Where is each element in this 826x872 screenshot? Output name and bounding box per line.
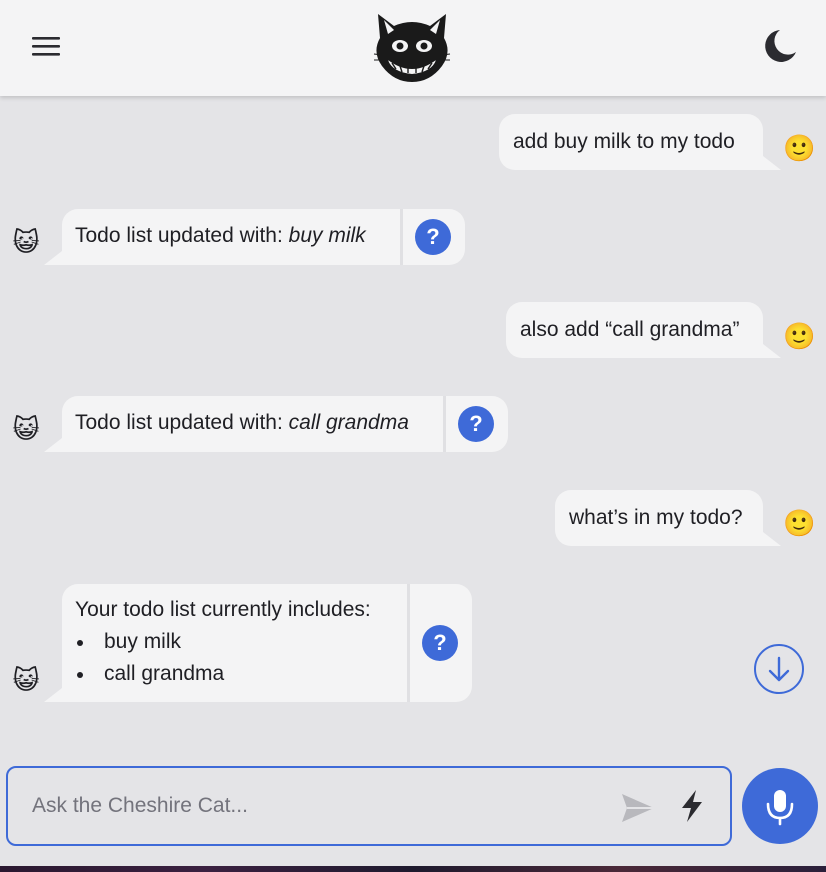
bubble-tail xyxy=(44,688,62,702)
cat-avatar-icon: 😺 xyxy=(12,227,40,257)
why-button[interactable]: ? xyxy=(422,625,458,661)
bot-message-text: Your todo list currently includes: buy m… xyxy=(75,594,371,690)
send-icon[interactable] xyxy=(618,788,658,828)
why-button[interactable]: ? xyxy=(415,219,451,255)
microphone-icon xyxy=(766,790,794,826)
user-message-text: add buy milk to my todo xyxy=(513,130,735,153)
moon-icon[interactable] xyxy=(758,26,800,66)
user-avatar-icon: 🙂 xyxy=(783,133,816,163)
user-message-text: what’s in my todo? xyxy=(569,506,743,529)
bubble-tail xyxy=(763,344,781,358)
user-message: also add “call grandma” xyxy=(506,302,781,358)
list-item: call grandma xyxy=(75,658,371,690)
todo-list: buy milk call grandma xyxy=(75,626,371,690)
user-message: what’s in my todo? xyxy=(555,490,781,546)
background-strip xyxy=(0,866,826,872)
bot-message-text: Todo list updated with: buy milk xyxy=(75,220,366,252)
user-message: add buy milk to my todo xyxy=(499,114,781,170)
lightning-icon[interactable] xyxy=(672,786,712,826)
chat-input-container xyxy=(6,766,732,846)
bubble-divider xyxy=(400,209,403,265)
bot-message: Todo list updated with: buy milk ? xyxy=(44,209,465,265)
cat-avatar-icon: 😺 xyxy=(12,414,40,444)
bubble-tail xyxy=(44,438,62,452)
user-avatar-icon: 🙂 xyxy=(783,321,816,351)
arrow-down-icon xyxy=(768,656,790,682)
why-button[interactable]: ? xyxy=(458,406,494,442)
cat-avatar-icon: 😺 xyxy=(12,665,40,695)
bot-message-text: Todo list updated with: call grandma xyxy=(75,407,409,439)
list-item: buy milk xyxy=(75,626,371,658)
app-header xyxy=(0,0,826,96)
bot-message-intro: Your todo list currently includes: xyxy=(75,598,371,621)
chat-input[interactable] xyxy=(32,786,592,826)
user-avatar-icon: 🙂 xyxy=(783,508,816,538)
user-message-text: also add “call grandma” xyxy=(520,318,740,341)
bot-message-prefix: Todo list updated with: xyxy=(75,224,289,247)
bubble-tail xyxy=(763,532,781,546)
bot-message-emphasis: buy milk xyxy=(288,224,366,247)
bubble-tail xyxy=(44,251,62,265)
scroll-down-button[interactable] xyxy=(754,644,804,694)
hamburger-menu-icon[interactable] xyxy=(28,30,64,62)
bubble-tail xyxy=(763,156,781,170)
bubble-divider xyxy=(443,396,446,452)
microphone-button[interactable] xyxy=(742,768,818,844)
bubble-divider xyxy=(407,584,410,702)
bot-message: Your todo list currently includes: buy m… xyxy=(44,584,472,702)
bot-message: Todo list updated with: call grandma ? xyxy=(44,396,508,452)
bot-message-emphasis: call grandma xyxy=(288,411,409,434)
cheshire-cat-logo[interactable] xyxy=(370,8,454,86)
bot-message-prefix: Todo list updated with: xyxy=(75,411,289,434)
